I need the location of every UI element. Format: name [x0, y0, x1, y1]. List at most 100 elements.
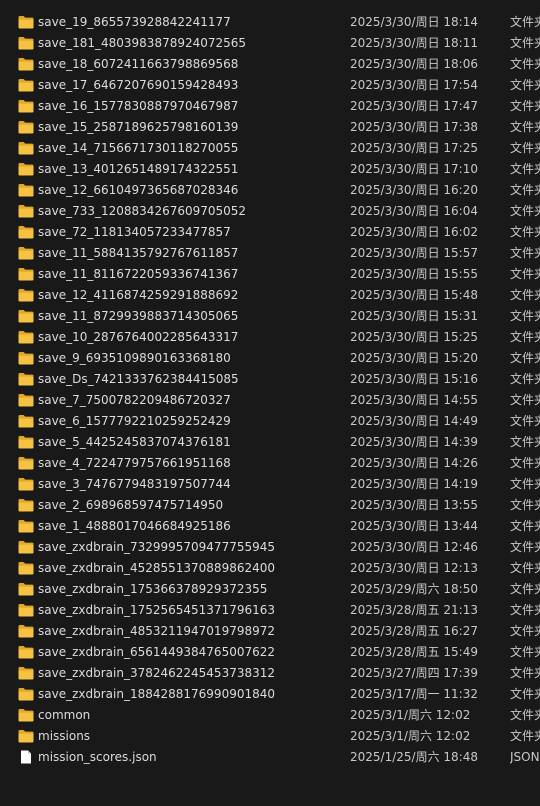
file-type: 文件夹: [510, 267, 540, 281]
file-type: 文件夹: [510, 246, 540, 260]
file-type: 文件夹: [510, 57, 540, 71]
folder-icon: [18, 498, 34, 512]
folder-icon: [18, 267, 34, 281]
folder-icon: [18, 288, 34, 302]
file-date-modified: 2025/3/30/周日 13:44: [350, 519, 478, 533]
file-type: 文件夹: [510, 330, 540, 344]
file-date-modified: 2025/3/30/周日 18:06: [350, 57, 478, 71]
file-row[interactable]: save_zxdbrain_6561449384765007622 2025/3…: [0, 642, 540, 663]
file-type: 文件夹: [510, 519, 540, 533]
file-name: save_10_2876764002285643317: [38, 330, 239, 344]
folder-icon: [18, 57, 34, 71]
file-date-modified: 2025/3/30/周日 18:14: [350, 15, 478, 29]
file-row[interactable]: save_11_5884135792767611857 2025/3/30/周日…: [0, 243, 540, 264]
file-name: save_18_6072411663798869568: [38, 57, 239, 71]
file-row[interactable]: common 2025/3/1/周六 12:02 文件夹: [0, 705, 540, 726]
file-date-modified: 2025/3/30/周日 13:55: [350, 498, 478, 512]
file-row[interactable]: mission_scores.json 2025/1/25/周六 18:48 J…: [0, 747, 540, 768]
file-date-modified: 2025/3/30/周日 15:31: [350, 309, 478, 323]
folder-icon: [18, 225, 34, 239]
file-row[interactable]: save_12_6610497365687028346 2025/3/30/周日…: [0, 180, 540, 201]
file-type: 文件夹: [510, 120, 540, 134]
file-name: save_12_6610497365687028346: [38, 183, 239, 197]
folder-icon: [18, 351, 34, 365]
folder-icon: [18, 666, 34, 680]
file-row[interactable]: save_14_7156671730118270055 2025/3/30/周日…: [0, 138, 540, 159]
file-name: save_1_4888017046684925186: [38, 519, 231, 533]
file-row[interactable]: save_zxdbrain_7329995709477755945 2025/3…: [0, 537, 540, 558]
file-row[interactable]: save_17_6467207690159428493 2025/3/30/周日…: [0, 75, 540, 96]
folder-icon: [18, 120, 34, 134]
file-row[interactable]: save_6_1577792210259252429 2025/3/30/周日 …: [0, 411, 540, 432]
folder-icon: [18, 729, 34, 743]
file-name: save_11_8116722059336741367: [38, 267, 239, 281]
file-row[interactable]: missions 2025/3/1/周六 12:02 文件夹: [0, 726, 540, 747]
file-date-modified: 2025/3/30/周日 15:55: [350, 267, 478, 281]
file-name: common: [38, 708, 91, 722]
file-name: save_5_4425245837074376181: [38, 435, 231, 449]
file-type: 文件夹: [510, 540, 540, 554]
file-row[interactable]: save_9_6935109890163368180 2025/3/30/周日 …: [0, 348, 540, 369]
file-type: 文件夹: [510, 561, 540, 575]
file-row[interactable]: save_1_4888017046684925186 2025/3/30/周日 …: [0, 516, 540, 537]
file-name: save_3_7476779483197507744: [38, 477, 231, 491]
file-date-modified: 2025/3/30/周日 17:54: [350, 78, 478, 92]
file-name: save_12_4116874259291888692: [38, 288, 239, 302]
file-type: 文件夹: [510, 435, 540, 449]
file-row[interactable]: save_181_4803983878924072565 2025/3/30/周…: [0, 33, 540, 54]
folder-icon: [18, 330, 34, 344]
file-name: save_7_7500782209486720327: [38, 393, 231, 407]
file-type: 文件夹: [510, 372, 540, 386]
file-type: 文件夹: [510, 477, 540, 491]
file-row[interactable]: save_72_118134057233477857 2025/3/30/周日 …: [0, 222, 540, 243]
file-row[interactable]: save_5_4425245837074376181 2025/3/30/周日 …: [0, 432, 540, 453]
file-date-modified: 2025/3/30/周日 18:11: [350, 36, 478, 50]
file-row[interactable]: save_zxdbrain_4853211947019798972 2025/3…: [0, 621, 540, 642]
file-row[interactable]: save_11_8116722059336741367 2025/3/30/周日…: [0, 264, 540, 285]
file-row[interactable]: save_15_2587189625798160139 2025/3/30/周日…: [0, 117, 540, 138]
folder-icon: [18, 36, 34, 50]
file-type: 文件夹: [510, 624, 540, 638]
file-row[interactable]: save_zxdbrain_1884288176990901840 2025/3…: [0, 684, 540, 705]
file-row[interactable]: save_zxdbrain_4528551370889862400 2025/3…: [0, 558, 540, 579]
file-row[interactable]: save_4_7224779757661951168 2025/3/30/周日 …: [0, 453, 540, 474]
file-date-modified: 2025/3/28/周五 16:27: [350, 624, 478, 638]
file-row[interactable]: save_Ds_7421333762384415085 2025/3/30/周日…: [0, 369, 540, 390]
file-date-modified: 2025/3/30/周日 14:39: [350, 435, 478, 449]
folder-icon: [18, 603, 34, 617]
file-row[interactable]: save_12_4116874259291888692 2025/3/30/周日…: [0, 285, 540, 306]
file-row[interactable]: save_733_1208834267609705052 2025/3/30/周…: [0, 201, 540, 222]
file-row[interactable]: save_13_4012651489174322551 2025/3/30/周日…: [0, 159, 540, 180]
file-name: save_72_118134057233477857: [38, 225, 231, 239]
file-name: save_11_8729939883714305065: [38, 309, 239, 323]
folder-icon: [18, 435, 34, 449]
file-name: save_zxdbrain_4853211947019798972: [38, 624, 276, 638]
folder-icon: [18, 372, 34, 386]
file-row[interactable]: save_zxdbrain_1752565451371796163 2025/3…: [0, 600, 540, 621]
file-date-modified: 2025/3/30/周日 14:19: [350, 477, 478, 491]
file-row[interactable]: save_16_1577830887970467987 2025/3/30/周日…: [0, 96, 540, 117]
file-date-modified: 2025/3/17/周一 11:32: [350, 687, 478, 701]
file-type: 文件夹: [510, 162, 540, 176]
file-name: save_181_4803983878924072565: [38, 36, 247, 50]
file-name: save_16_1577830887970467987: [38, 99, 239, 113]
file-row[interactable]: save_11_8729939883714305065 2025/3/30/周日…: [0, 306, 540, 327]
folder-icon: [18, 393, 34, 407]
file-date-modified: 2025/3/30/周日 15:25: [350, 330, 478, 344]
folder-icon: [18, 246, 34, 260]
file-date-modified: 2025/3/30/周日 16:04: [350, 204, 478, 218]
file-type: 文件夹: [510, 729, 540, 743]
file-type: 文件夹: [510, 645, 540, 659]
file-row[interactable]: save_zxdbrain_3782462245453738312 2025/3…: [0, 663, 540, 684]
file-name: save_zxdbrain_3782462245453738312: [38, 666, 276, 680]
file-row[interactable]: save_18_6072411663798869568 2025/3/30/周日…: [0, 54, 540, 75]
file-row[interactable]: save_2_698968597475714950 2025/3/30/周日 1…: [0, 495, 540, 516]
file-row[interactable]: save_zxdbrain_175366378929372355 2025/3/…: [0, 579, 540, 600]
file-row[interactable]: save_3_7476779483197507744 2025/3/30/周日 …: [0, 474, 540, 495]
file-name: save_14_7156671730118270055: [38, 141, 239, 155]
file-row[interactable]: save_7_7500782209486720327 2025/3/30/周日 …: [0, 390, 540, 411]
file-row[interactable]: save_19_865573928842241177 2025/3/30/周日 …: [0, 12, 540, 33]
folder-icon: [18, 183, 34, 197]
file-row[interactable]: save_10_2876764002285643317 2025/3/30/周日…: [0, 327, 540, 348]
file-name: save_19_865573928842241177: [38, 15, 231, 29]
